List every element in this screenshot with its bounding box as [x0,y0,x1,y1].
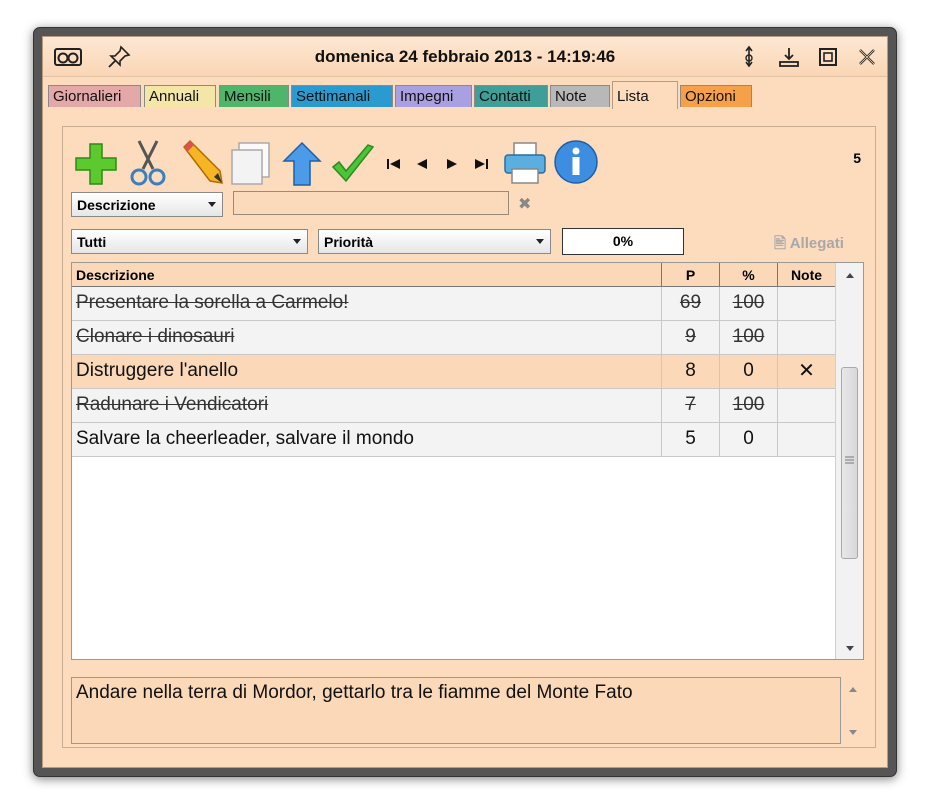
scroll-up-icon[interactable] [848,685,858,693]
tab-lista[interactable]: Lista [612,81,678,109]
tab-mensili[interactable]: Mensili [219,85,289,107]
tab-impegni[interactable]: Impegni [395,85,472,107]
task-percent: 100 [720,321,778,355]
copy-icon[interactable] [229,141,273,190]
grip-icon [845,456,854,464]
progress-indicator: 0% [562,228,684,255]
tab-label: Mensili [224,88,271,105]
app-window: domenica 24 febbraio 2013 - 14:19:46 Gio… [33,27,897,777]
scroll-up-icon[interactable] [845,271,855,279]
detail-textarea[interactable]: Andare nella terra di Mordor, gettarlo t… [71,677,841,744]
task-note [778,287,836,321]
next-icon[interactable] [445,157,459,175]
tab-label: Lista [617,88,649,105]
item-count: 5 [853,150,861,166]
maximize-icon[interactable] [816,45,842,69]
field-select-value: Descrizione [77,197,156,213]
tab-label: Giornalieri [53,88,122,105]
task-note [778,321,836,355]
add-icon[interactable] [73,141,119,192]
tab-settimanali[interactable]: Settimanali [291,85,393,107]
tab-opzioni[interactable]: Opzioni [680,85,752,107]
task-percent: 100 [720,389,778,423]
task-description: Presentare la sorella a Carmelo! [72,287,662,321]
detail-scrollbar[interactable] [841,677,864,744]
table-row[interactable]: Salvare la cheerleader, salvare il mondo… [72,423,836,457]
attachments-label: Allegati [789,235,844,252]
first-icon[interactable] [386,157,402,175]
table-row[interactable]: Distruggere l'anello 8 0 ✕ [72,355,836,389]
check-done-icon[interactable] [330,143,376,192]
scroll-down-icon[interactable] [848,729,858,737]
priority-select[interactable]: Priorità [318,229,551,254]
attachments-button[interactable]: 🖹 Allegati [774,233,844,258]
tab-label: Settimanali [296,88,371,105]
clear-search-icon[interactable]: ✖ [518,194,531,214]
sort-arrows-icon[interactable] [737,45,763,69]
chevron-down-icon [208,202,216,207]
column-header-description[interactable]: Descrizione [72,263,662,287]
table-header: Descrizione P % Note [72,263,836,287]
task-note [778,389,836,423]
task-note [778,423,836,457]
chevron-down-icon [293,239,301,244]
minimize-icon[interactable] [777,45,803,69]
move-up-icon[interactable] [280,141,324,192]
column-header-note[interactable]: Note [778,263,836,287]
status-select-value: Tutti [77,234,107,250]
close-icon[interactable] [855,45,881,69]
priority-select-value: Priorità [324,234,374,250]
tab-label: Opzioni [685,88,736,105]
field-select[interactable]: Descrizione [71,192,223,217]
task-description: Radunare i Vendicatori [72,389,662,423]
column-header-priority[interactable]: P [662,263,720,287]
attachment-icon: 🖹 [774,235,787,252]
task-priority: 69 [662,287,720,321]
info-icon[interactable] [553,139,599,190]
scrollbar-thumb[interactable] [841,367,858,559]
tab-note[interactable]: Note [550,85,610,107]
status-select[interactable]: Tutti [71,229,308,254]
task-table: Descrizione P % Note Presentare la sorel… [71,262,864,660]
edit-pencil-icon[interactable] [178,139,224,190]
cut-icon[interactable] [127,139,169,192]
task-description: Distruggere l'anello [72,355,662,389]
tab-giornalieri[interactable]: Giornalieri [48,85,141,107]
tab-label: Note [555,88,587,105]
scroll-down-icon[interactable] [845,645,855,653]
chevron-down-icon [536,239,544,244]
task-note: ✕ [778,355,836,389]
tab-label: Contatti [479,88,531,105]
tab-annuali[interactable]: Annuali [144,85,216,107]
previous-icon[interactable] [415,157,429,175]
tab-label: Impegni [400,88,454,105]
titlebar: domenica 24 febbraio 2013 - 14:19:46 [43,37,887,77]
task-percent: 0 [720,423,778,457]
task-percent: 100 [720,287,778,321]
tab-label: Annuali [149,88,200,105]
search-input[interactable] [233,191,509,215]
task-priority: 8 [662,355,720,389]
task-priority: 7 [662,389,720,423]
window-body: domenica 24 febbraio 2013 - 14:19:46 Gio… [42,36,888,768]
print-icon[interactable] [502,141,548,190]
task-description: Salvare la cheerleader, salvare il mondo [72,423,662,457]
column-header-percent[interactable]: % [720,263,778,287]
table-row[interactable]: Presentare la sorella a Carmelo! 69 100 [72,287,836,321]
table-scrollbar[interactable] [835,263,863,659]
task-description: Clonare i dinosauri [72,321,662,355]
table-row[interactable]: Clonare i dinosauri 9 100 [72,321,836,355]
task-percent: 0 [720,355,778,389]
list-panel: 5 Descrizione ✖ Tutti Priorità 0% 🖹 Alle… [62,126,876,748]
task-priority: 9 [662,321,720,355]
task-priority: 5 [662,423,720,457]
table-row[interactable]: Radunare i Vendicatori 7 100 [72,389,836,423]
last-icon[interactable] [473,157,489,175]
tab-contatti[interactable]: Contatti [474,85,548,107]
